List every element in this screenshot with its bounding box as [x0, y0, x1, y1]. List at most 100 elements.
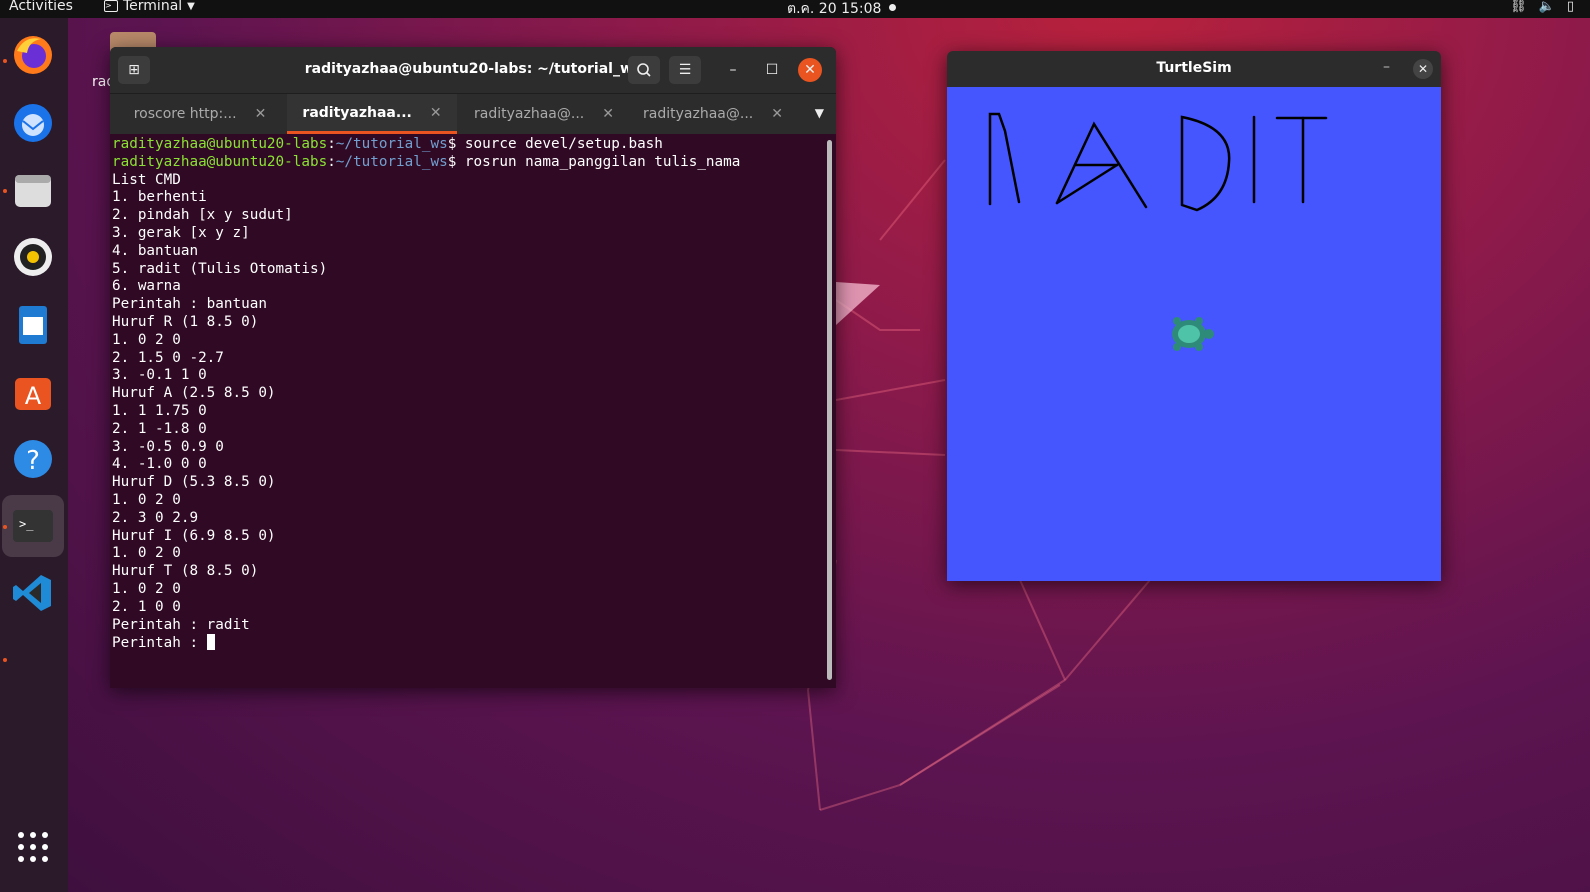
output-line: 1. 0 2 0 [112, 545, 181, 562]
firefox-icon[interactable] [10, 32, 56, 78]
output-line: 2. 1 -1.8 0 [112, 420, 207, 437]
maximize-button[interactable]: ☐ [756, 56, 788, 84]
output-line: Huruf R (1 8.5 0) [112, 313, 259, 330]
show-applications-icon[interactable] [10, 824, 56, 870]
output-line: Huruf D (5.3 8.5 0) [112, 474, 276, 491]
turtlesim-window[interactable]: TurtleSim – ✕ [947, 51, 1441, 581]
terminal-icon[interactable]: >_ [2, 495, 64, 557]
output-line: Huruf I (6.9 8.5 0) [112, 527, 276, 544]
running-indicator [3, 525, 7, 529]
prompt-path: ~/tutorial_ws [335, 153, 448, 170]
output-line: 1. 0 2 0 [112, 331, 181, 348]
clock[interactable]: ต.ค. 20 15:08 [787, 0, 881, 20]
output-line: 2. pindah [x y sudut] [112, 207, 293, 224]
prompt-user: radityazhaa@ubuntu20-labs [112, 153, 328, 170]
menu-button[interactable]: ☰ [669, 56, 701, 84]
running-indicator [3, 189, 7, 193]
output-line: List CMD [112, 171, 181, 188]
output-line: Perintah : radit [112, 616, 250, 633]
tabs-dropdown-icon[interactable]: ▼ [815, 106, 824, 120]
minimize-button[interactable]: – [717, 56, 749, 84]
tab-label: roscore http:... [133, 106, 237, 122]
output-line: 4. bantuan [112, 242, 199, 259]
thunderbird-icon[interactable] [10, 100, 56, 146]
rhythmbox-icon[interactable] [10, 234, 56, 280]
turtle-icon [1172, 317, 1214, 351]
prompt-user: radityazhaa@ubuntu20-labs [112, 136, 328, 152]
system-tray[interactable]: ⛓ 🔈 ▯ [1510, 0, 1574, 14]
close-tab-icon[interactable]: ✕ [255, 106, 267, 122]
svg-text:A: A [25, 382, 42, 410]
letter-r-path [988, 112, 1021, 206]
running-indicator [3, 658, 7, 662]
command-line: radityazhaa@ubuntu20-labs:~/tutorial_ws$… [112, 136, 828, 154]
terminal-window[interactable]: ⊞ radityazhaa@ubuntu20-labs: ~/tutorial_… [110, 47, 836, 688]
close-tab-icon[interactable]: ✕ [602, 106, 614, 122]
tab-radityazhaa-2[interactable]: radityazhaa@... ✕ [459, 94, 629, 134]
text-cursor [206, 634, 215, 651]
tab-roscore[interactable]: roscore http:... ✕ [115, 94, 285, 134]
prompt-dollar: $ [447, 136, 465, 152]
close-icon: ✕ [804, 62, 816, 78]
output-line: 2. 3 0 2.9 [112, 509, 199, 526]
output-line: 5. radit (Tulis Otomatis) [112, 260, 328, 277]
output-line: 2. 1.5 0 -2.7 [112, 349, 224, 366]
app-menu-label: Terminal [123, 0, 183, 14]
search-icon [637, 63, 651, 77]
minimize-button[interactable]: – [1383, 59, 1390, 75]
terminal-scrollbar[interactable] [827, 140, 832, 680]
tab-label: radityazhaa@... [474, 106, 585, 122]
output-line: Huruf T (8 8.5 0) [112, 563, 259, 580]
output-line: 6. warna [112, 278, 181, 295]
turtlesim-title: TurtleSim [1156, 60, 1232, 76]
input-prompt: Perintah : [112, 635, 207, 652]
output-line: 3. gerak [x y z] [112, 224, 250, 241]
dock: A ? >_ [0, 18, 68, 892]
help-icon[interactable]: ? [10, 436, 56, 482]
output-line: 4. -1.0 0 0 [112, 456, 207, 473]
close-icon: ✕ [1417, 62, 1429, 76]
output-line: 3. -0.5 0.9 0 [112, 438, 224, 455]
app-menu[interactable]: > Terminal ▼ [104, 0, 195, 14]
terminal-titlebar[interactable]: ⊞ radityazhaa@ubuntu20-labs: ~/tutorial_… [110, 47, 836, 93]
activities-button[interactable]: Activities [9, 0, 73, 14]
terminal-small-icon: > [104, 0, 118, 12]
volume-icon[interactable]: 🔈 [1539, 0, 1555, 14]
letter-d-path [1180, 115, 1231, 212]
output-line: 2. 1 0 0 [112, 598, 181, 615]
tab-radityazhaa-active[interactable]: radityazhaa... ✕ [287, 94, 457, 134]
close-button[interactable]: ✕ [798, 58, 822, 82]
top-bar: Activities > Terminal ▼ ต.ค. 20 15:08 ⛓ … [0, 0, 1590, 18]
network-icon[interactable]: ⛓ [1510, 0, 1527, 14]
vscode-icon[interactable] [10, 570, 56, 616]
output-line: Perintah : bantuan [112, 296, 267, 313]
writer-icon[interactable] [10, 302, 56, 348]
command-line: radityazhaa@ubuntu20-labs:~/tutorial_ws$… [112, 154, 828, 172]
output-line: 3. -0.1 1 0 [112, 367, 207, 384]
close-button[interactable]: ✕ [1413, 59, 1433, 79]
software-icon[interactable]: A [10, 369, 56, 415]
command-text: source devel/setup.bash [464, 136, 663, 152]
prompt-dollar: $ [447, 153, 465, 170]
tab-radityazhaa-3[interactable]: radityazhaa@... ✕ [628, 94, 798, 134]
output-line: Huruf A (2.5 8.5 0) [112, 385, 276, 402]
prompt-separator: : [327, 136, 336, 152]
close-tab-icon[interactable]: ✕ [771, 106, 783, 122]
running-indicator [3, 59, 7, 63]
terminal-tabs: roscore http:... ✕ radityazhaa... ✕ radity… [110, 93, 836, 134]
battery-icon[interactable]: ▯ [1567, 0, 1574, 14]
chevron-down-icon: ▼ [187, 0, 195, 12]
svg-text:?: ? [26, 446, 40, 476]
turtle-drawing [988, 112, 1328, 212]
files-icon[interactable] [10, 168, 56, 214]
search-button[interactable] [628, 56, 660, 84]
tab-label: radityazhaa... [302, 104, 412, 121]
turtlesim-titlebar[interactable]: TurtleSim – ✕ [947, 51, 1441, 87]
notification-dot-icon [889, 4, 896, 11]
input-line: Perintah : [112, 634, 828, 653]
terminal-output[interactable]: radityazhaa@ubuntu20-labs:~/tutorial_ws$… [110, 134, 828, 688]
turtlesim-canvas [947, 87, 1441, 581]
close-tab-icon[interactable]: ✕ [430, 105, 442, 121]
output-line: 1. 0 2 0 [112, 580, 181, 597]
hamburger-icon: ☰ [678, 62, 692, 78]
